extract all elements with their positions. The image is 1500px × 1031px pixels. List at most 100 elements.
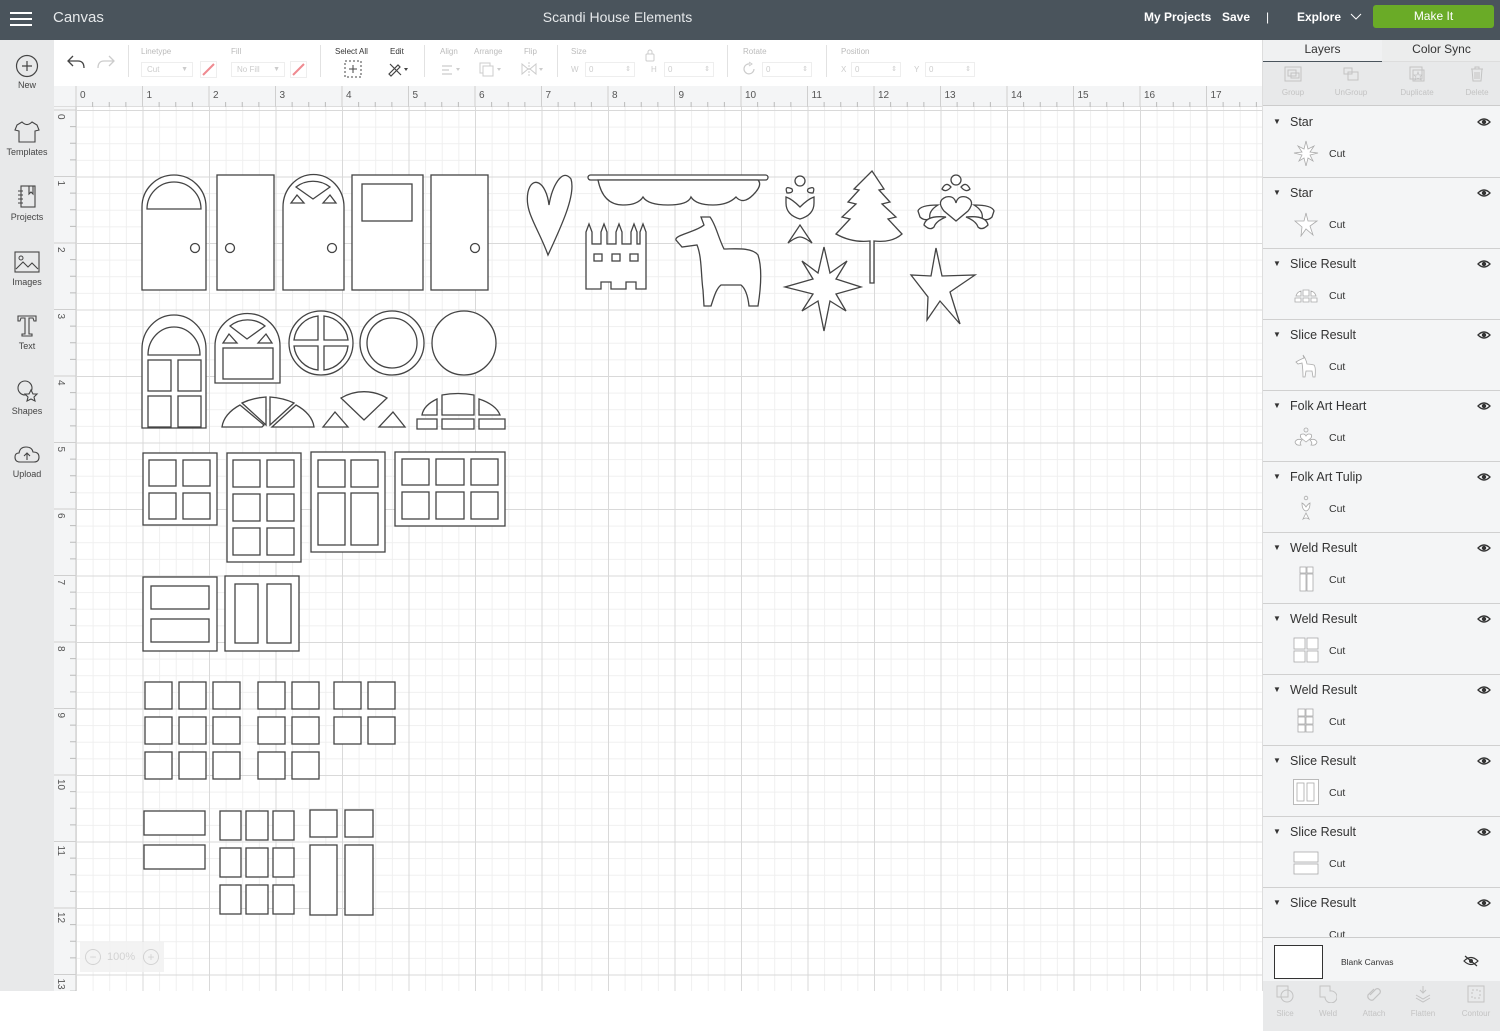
expand-caret-icon[interactable]: ▼ <box>1273 685 1281 694</box>
attach-button[interactable]: Attach <box>1350 985 1398 1021</box>
layer-item[interactable]: ▼ Slice Result Cut <box>1263 746 1500 817</box>
sidebar-item-new[interactable]: New <box>0 54 54 114</box>
layer-item[interactable]: ▼ Star Cut <box>1263 107 1500 178</box>
eye-icon[interactable] <box>1477 543 1491 553</box>
window-6-pane[interactable] <box>226 452 302 563</box>
loose-panes-tall-pair[interactable] <box>309 809 374 916</box>
star-5-point-shape[interactable] <box>909 247 978 325</box>
scalloped-trim-shape[interactable] <box>587 174 769 206</box>
eye-icon[interactable] <box>1477 614 1491 624</box>
door-with-window[interactable] <box>351 174 424 291</box>
y-position-input[interactable]: 0 ⇕ <box>925 62 975 77</box>
contour-button[interactable]: Contour <box>1452 985 1500 1021</box>
folk-art-heart-shape[interactable] <box>917 174 995 230</box>
window-tall-4-pane[interactable] <box>310 451 386 553</box>
loose-panes-2x2[interactable] <box>333 681 396 745</box>
rotate-input[interactable]: 0 ⇕ <box>762 62 812 77</box>
loose-panes-2x3[interactable] <box>257 681 320 780</box>
expand-caret-icon[interactable]: ▼ <box>1273 188 1281 197</box>
sidebar-item-text[interactable]: Text <box>0 313 54 373</box>
layer-item[interactable]: ▼ Slice Result Cut <box>1263 249 1500 320</box>
expand-caret-icon[interactable]: ▼ <box>1273 117 1281 126</box>
layer-item[interactable]: ▼ Weld Result Cut <box>1263 604 1500 675</box>
window-wide-6-pane[interactable] <box>394 451 506 527</box>
layer-item[interactable]: ▼ Slice Result Cut <box>1263 320 1500 391</box>
eye-icon[interactable] <box>1477 756 1491 766</box>
layer-item[interactable]: ▼ Weld Result Cut <box>1263 533 1500 604</box>
heart-shape[interactable] <box>526 174 573 257</box>
star-8-point-shape[interactable] <box>782 246 864 332</box>
make-it-button[interactable]: Make It <box>1373 5 1494 28</box>
lock-aspect-icon[interactable] <box>644 48 656 62</box>
layer-item[interactable]: ▼ Folk Art Tulip Cut <box>1263 462 1500 533</box>
layer-item[interactable]: ▼ Star Cut <box>1263 178 1500 249</box>
eye-icon[interactable] <box>1477 898 1491 908</box>
eye-icon[interactable] <box>1477 401 1491 411</box>
door-arched-half-moon[interactable] <box>141 174 207 291</box>
linetype-select[interactable]: Cut ▼ <box>141 62 193 77</box>
select-all-icon[interactable] <box>344 60 362 78</box>
window-horizontal-2-pane[interactable] <box>142 576 218 652</box>
window-round-ring[interactable] <box>359 310 425 376</box>
edit-tools-icon[interactable] <box>387 61 411 77</box>
window-arched-tall[interactable] <box>141 314 207 429</box>
height-input[interactable]: 0 ⇕ <box>664 62 714 77</box>
group-button[interactable]: Group <box>1263 62 1323 106</box>
eye-icon[interactable] <box>1477 330 1491 340</box>
transom-fan-split[interactable] <box>221 396 315 428</box>
window-round-cross[interactable] <box>288 310 354 376</box>
stepper-icon[interactable]: ⇕ <box>891 63 897 76</box>
eye-hidden-icon[interactable] <box>1463 955 1479 967</box>
expand-caret-icon[interactable]: ▼ <box>1273 543 1281 552</box>
fence-shape[interactable] <box>585 222 647 290</box>
tab-layers[interactable]: Layers <box>1263 40 1382 62</box>
layer-item[interactable]: ▼ Slice Result Cut <box>1263 817 1500 888</box>
my-projects-link[interactable]: My Projects <box>1144 10 1211 24</box>
design-canvas[interactable] <box>76 107 1262 991</box>
width-input[interactable]: 0 ⇕ <box>585 62 635 77</box>
weld-button[interactable]: Weld <box>1304 985 1352 1021</box>
flip-icon[interactable] <box>520 62 546 77</box>
expand-caret-icon[interactable]: ▼ <box>1273 827 1281 836</box>
tab-color-sync[interactable]: Color Sync <box>1382 40 1500 62</box>
fill-select[interactable]: No Fill ▼ <box>231 62 285 77</box>
stepper-icon[interactable]: ⇕ <box>625 63 631 76</box>
window-arched-fan[interactable] <box>214 312 281 384</box>
x-position-input[interactable]: 0 ⇕ <box>851 62 901 77</box>
loose-panes-horizontal[interactable] <box>143 810 206 870</box>
eye-icon[interactable] <box>1477 188 1491 198</box>
zoom-in-button[interactable]: + <box>143 949 159 965</box>
pine-tree-shape[interactable] <box>834 169 903 284</box>
flatten-button[interactable]: Flatten <box>1399 985 1447 1021</box>
canvas-color-swatch[interactable] <box>1274 945 1323 979</box>
align-icon[interactable] <box>440 63 464 77</box>
sidebar-item-templates[interactable]: Templates <box>0 119 54 179</box>
eye-icon[interactable] <box>1477 827 1491 837</box>
door-plain-right-knob[interactable] <box>430 174 489 291</box>
save-link[interactable]: Save <box>1222 10 1250 24</box>
expand-caret-icon[interactable]: ▼ <box>1273 330 1281 339</box>
stepper-icon[interactable]: ⇕ <box>965 63 971 76</box>
ungroup-button[interactable]: UnGroup <box>1321 62 1381 106</box>
window-vertical-2-pane[interactable] <box>224 575 300 652</box>
eye-icon[interactable] <box>1477 685 1491 695</box>
eye-icon[interactable] <box>1477 259 1491 269</box>
arrange-icon[interactable] <box>478 61 504 78</box>
expand-caret-icon[interactable]: ▼ <box>1273 472 1281 481</box>
layer-item[interactable]: ▼ Folk Art Heart Cut <box>1263 391 1500 462</box>
undo-icon[interactable] <box>66 54 86 70</box>
fill-color-swatch[interactable] <box>290 61 307 78</box>
expand-caret-icon[interactable]: ▼ <box>1273 614 1281 623</box>
transom-fan-three[interactable] <box>321 391 407 428</box>
stepper-icon[interactable]: ⇕ <box>802 63 808 76</box>
loose-panes-3x3-tall[interactable] <box>219 810 295 915</box>
redo-icon[interactable] <box>96 54 116 70</box>
slice-button[interactable]: Slice <box>1261 985 1309 1021</box>
eye-icon[interactable] <box>1477 472 1491 482</box>
expand-caret-icon[interactable]: ▼ <box>1273 401 1281 410</box>
stepper-icon[interactable]: ⇕ <box>704 63 710 76</box>
linetype-color-swatch[interactable] <box>200 61 217 78</box>
duplicate-button[interactable]: Duplicate <box>1387 62 1447 106</box>
expand-caret-icon[interactable]: ▼ <box>1273 898 1281 907</box>
window-round-solid[interactable] <box>431 310 497 376</box>
